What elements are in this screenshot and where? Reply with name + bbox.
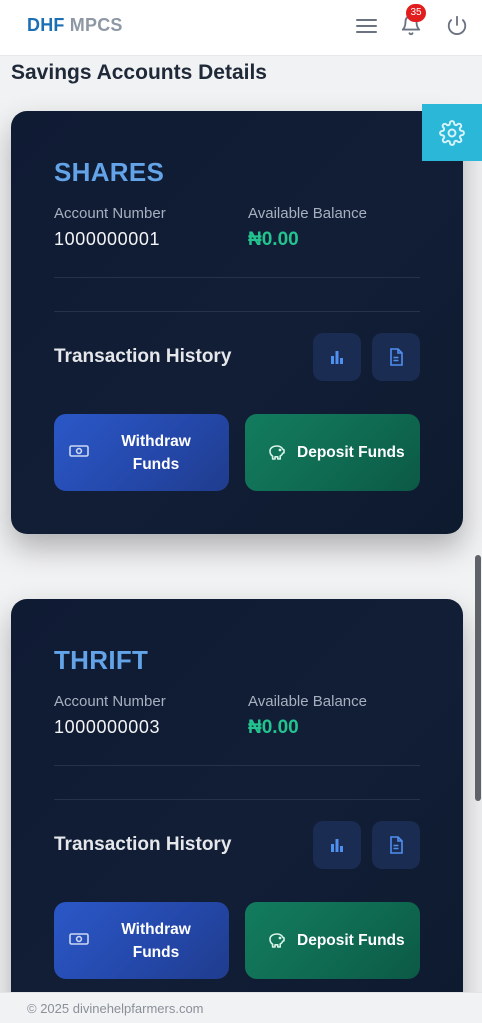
copyright-text: © 2025 divinehelpfarmers.com bbox=[27, 1001, 204, 1016]
brand-logo[interactable]: DHF MPCS bbox=[27, 15, 123, 36]
withdraw-funds-button[interactable]: Withdraw Funds bbox=[54, 902, 229, 979]
divider bbox=[54, 277, 420, 278]
piggy-bank-icon bbox=[267, 931, 285, 954]
withdraw-label: Withdraw Funds bbox=[121, 920, 191, 961]
transaction-history-label: Transaction History bbox=[54, 346, 232, 367]
brand-secondary: MPCS bbox=[69, 15, 123, 35]
gear-icon bbox=[439, 119, 465, 146]
account-name: THRIFT bbox=[54, 645, 149, 675]
account-number-label: Account Number bbox=[54, 693, 166, 710]
statement-button[interactable] bbox=[372, 821, 420, 869]
stats-button[interactable] bbox=[313, 333, 361, 381]
cash-icon bbox=[69, 444, 89, 463]
deposit-funds-button[interactable]: Deposit Funds bbox=[245, 902, 420, 979]
account-number: 1000000003 bbox=[54, 717, 161, 737]
divider bbox=[54, 311, 420, 312]
withdraw-label: Withdraw Funds bbox=[121, 432, 191, 473]
available-balance: ₦0.00 bbox=[248, 717, 299, 738]
transaction-history-label: Transaction History bbox=[54, 834, 232, 855]
account-number-label: Account Number bbox=[54, 205, 166, 222]
bar-chart-icon bbox=[331, 351, 343, 364]
document-icon bbox=[390, 348, 403, 366]
piggy-bank-icon bbox=[267, 443, 285, 466]
deposit-label: Deposit Funds bbox=[297, 932, 405, 949]
top-navbar: DHF MPCS 35 bbox=[0, 0, 482, 56]
stats-button[interactable] bbox=[313, 821, 361, 869]
document-icon bbox=[390, 836, 403, 854]
footer: © 2025 divinehelpfarmers.com bbox=[0, 992, 482, 1023]
page-title: Savings Accounts Details bbox=[11, 61, 267, 84]
divider bbox=[54, 765, 420, 766]
account-card-thrift: THRIFT Account Number Available Balance … bbox=[11, 599, 463, 1023]
power-icon[interactable] bbox=[446, 14, 468, 36]
balance-label: Available Balance bbox=[248, 205, 367, 222]
account-card-shares: SHARES Account Number Available Balance … bbox=[11, 111, 463, 534]
divider bbox=[54, 799, 420, 800]
bar-chart-icon bbox=[331, 839, 343, 852]
available-balance: ₦0.00 bbox=[248, 229, 299, 250]
deposit-funds-button[interactable]: Deposit Funds bbox=[245, 414, 420, 491]
deposit-label: Deposit Funds bbox=[297, 444, 405, 461]
cash-icon bbox=[69, 932, 89, 951]
account-name: SHARES bbox=[54, 157, 165, 187]
settings-toggle[interactable] bbox=[422, 104, 482, 161]
account-number: 1000000001 bbox=[54, 229, 161, 249]
balance-label: Available Balance bbox=[248, 693, 367, 710]
hamburger-icon[interactable] bbox=[356, 16, 378, 36]
brand-primary: DHF bbox=[27, 15, 65, 35]
page-scrollbar[interactable] bbox=[475, 555, 481, 801]
notification-badge: 35 bbox=[406, 4, 426, 22]
withdraw-funds-button[interactable]: Withdraw Funds bbox=[54, 414, 229, 491]
statement-button[interactable] bbox=[372, 333, 420, 381]
